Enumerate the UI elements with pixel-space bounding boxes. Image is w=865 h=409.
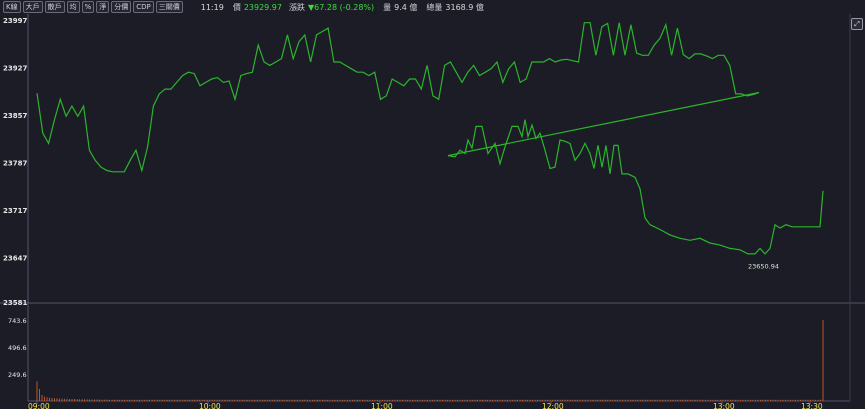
tab-3[interactable]: 均 bbox=[66, 1, 80, 13]
quote-info: 11:19 價 23929.97 漲跌 ▼67.28 (-0.28%) 量 9.… bbox=[201, 2, 487, 13]
price-value: 23929.97 bbox=[243, 2, 282, 12]
price-label: 價 bbox=[232, 2, 241, 12]
tab-0[interactable]: K線 bbox=[3, 1, 21, 13]
price-tick-label: 23581 bbox=[3, 299, 27, 307]
time-tick-label: 13:30 bbox=[801, 402, 823, 409]
price-series: 23650.94 bbox=[36, 22, 824, 271]
volume-series bbox=[36, 320, 824, 401]
time-display: 11:19 bbox=[200, 2, 224, 12]
change-value: ▼67.28 (-0.28%) bbox=[307, 2, 375, 12]
chart-toolbar: K線 大戶 散戶均% 淨分價 CDP 三關價 11:19 價 23929.97 漲跌 ▼6… bbox=[0, 0, 865, 14]
tab-6[interactable]: 分價 bbox=[111, 1, 132, 13]
price-tick-label: 23997 bbox=[3, 17, 27, 25]
tab-2[interactable]: 散戶 bbox=[44, 1, 65, 13]
time-axis: 09:00 10:00 11:00 12:00 13:00 13:30 bbox=[28, 401, 823, 409]
price-line-afternoon bbox=[447, 91, 824, 255]
price-tick-label: 23647 bbox=[3, 254, 27, 262]
total-volume-value: 3168.9 億 bbox=[445, 2, 484, 12]
price-tick-label: 23787 bbox=[3, 159, 27, 167]
volume-tick-label: 743.6 bbox=[8, 317, 27, 325]
price-axis: 23997 23927 23857 23787 23717 23647 23581 743.6… bbox=[3, 17, 27, 379]
price-tick-label: 23927 bbox=[3, 64, 27, 72]
time-tick-label: 12:00 bbox=[542, 402, 564, 409]
change-label: 漲跌 bbox=[288, 2, 305, 12]
price-tick-label: 23857 bbox=[3, 112, 27, 120]
tab-7[interactable]: CDP bbox=[133, 1, 154, 13]
time-tick-label: 10:00 bbox=[199, 402, 221, 409]
low-price-annotation: 23650.94 bbox=[748, 263, 779, 271]
price-line bbox=[36, 22, 760, 173]
volume-value: 9.4 億 bbox=[394, 2, 418, 12]
chart-mode-tabs: K線 大戶 散戶均% 淨分價 CDP 三關價 bbox=[3, 1, 183, 13]
time-tick-label: 13:00 bbox=[713, 402, 735, 409]
volume-tick-label: 496.6 bbox=[8, 344, 27, 352]
tab-4[interactable]: % bbox=[81, 1, 95, 13]
total-volume-label: 總量 bbox=[426, 2, 443, 12]
volume-tick-label: 249.6 bbox=[8, 371, 27, 379]
volume-label: 量 bbox=[383, 2, 392, 12]
time-tick-label: 09:00 bbox=[28, 402, 50, 409]
tab-5[interactable]: 淨 bbox=[96, 1, 110, 13]
tab-8[interactable]: 三關價 bbox=[155, 1, 183, 13]
chart-grid bbox=[0, 14, 865, 402]
time-tick-label: 11:00 bbox=[371, 402, 393, 409]
tab-1[interactable]: 大戶 bbox=[22, 1, 43, 13]
intraday-chart: 23997 23927 23857 23787 23717 23647 23581 743.6… bbox=[0, 14, 865, 409]
price-tick-label: 23717 bbox=[3, 207, 27, 215]
